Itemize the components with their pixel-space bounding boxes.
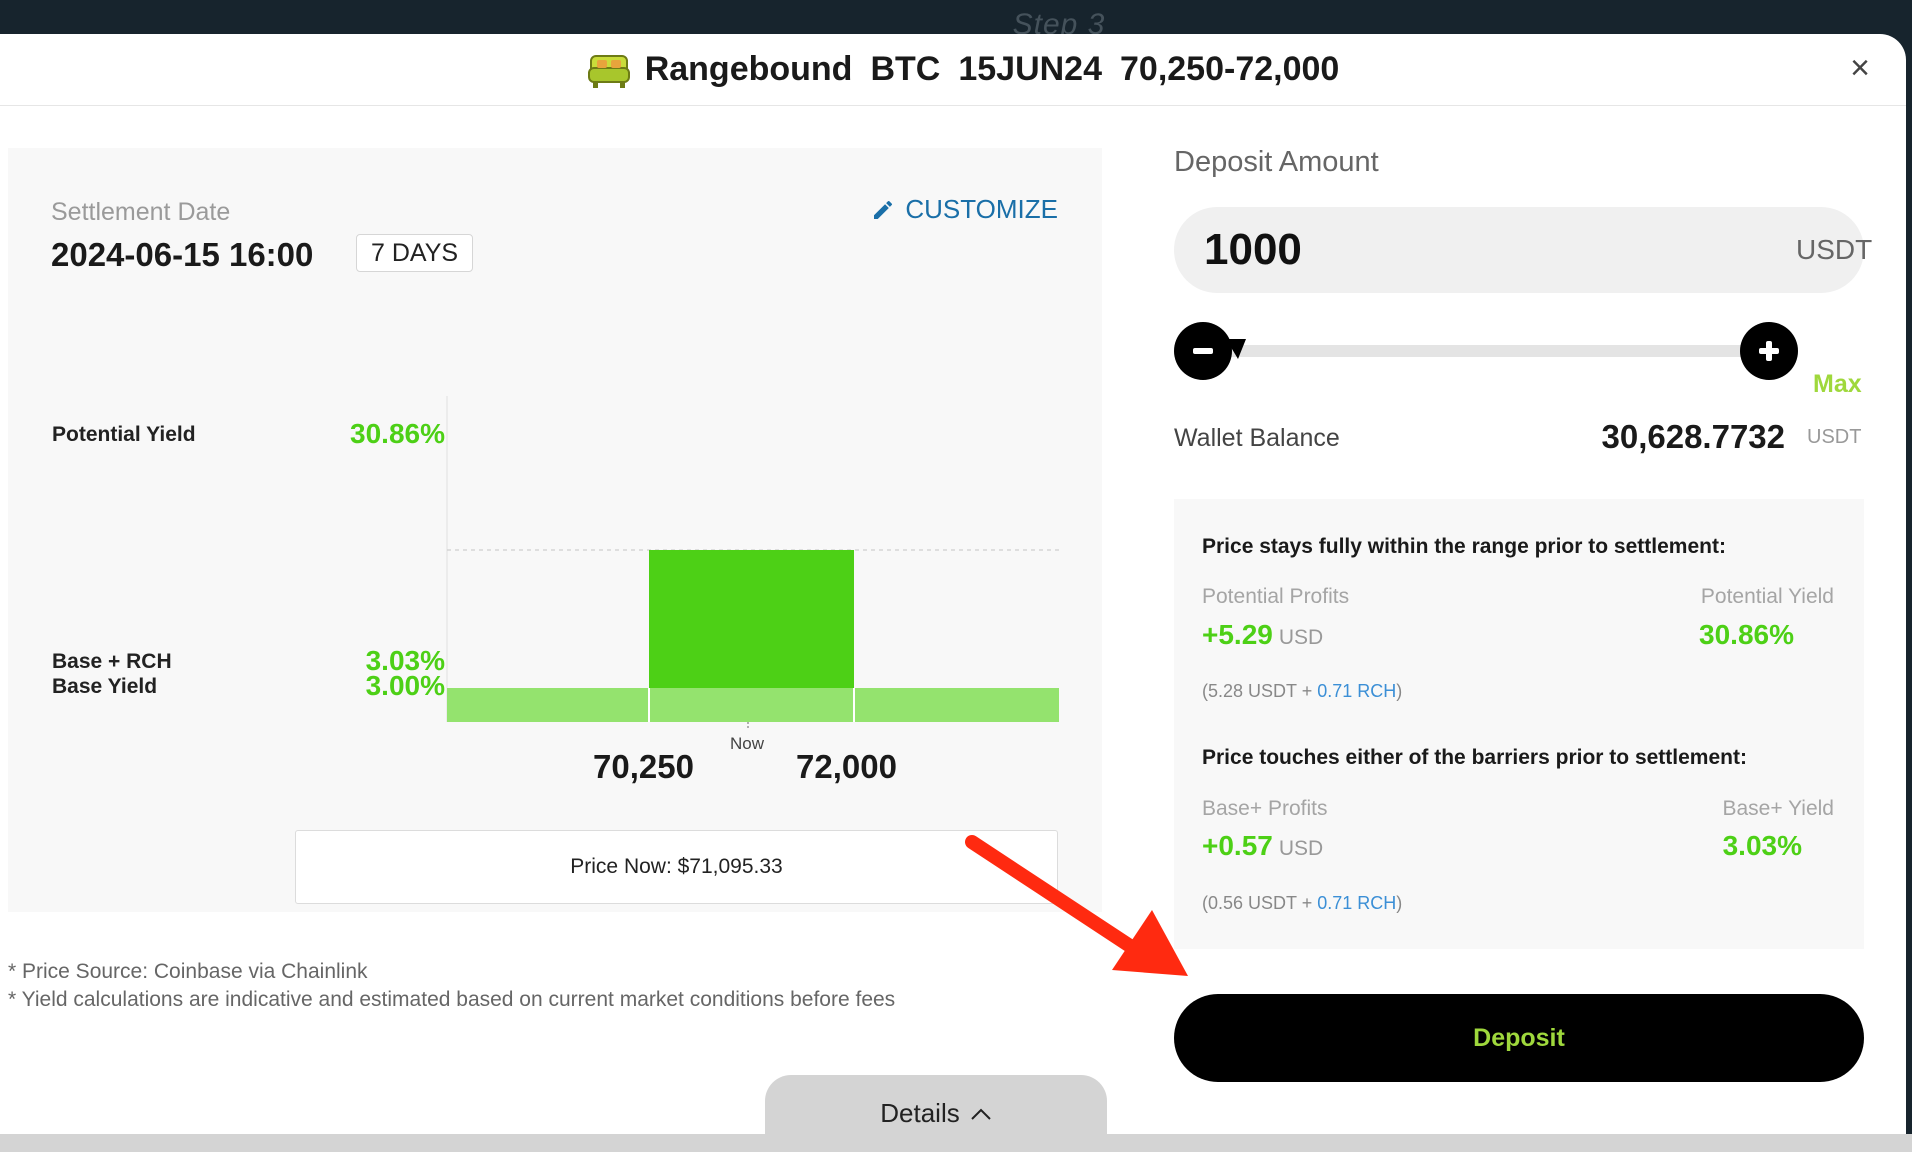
deposit-amount-field[interactable]: USDT [1174, 207, 1872, 293]
base-yield-summary-value: 3.03% [1722, 830, 1802, 861]
base-breakdown-close: ) [1396, 893, 1403, 913]
increase-button[interactable] [1740, 322, 1798, 380]
potential-profits-amount: +5.29 [1202, 619, 1273, 650]
breakdown-rch-amount: 0.71 [1317, 681, 1353, 701]
base-yield-bar-2 [649, 688, 854, 722]
base-yield-bar-1 [447, 688, 649, 722]
potential-profits-label: Potential Profits [1202, 585, 1350, 608]
base-profits-label: Base+ Profits [1202, 797, 1328, 820]
potential-yield-summary-label: Potential Yield [1700, 585, 1834, 608]
base-profits-amount: +0.57 [1202, 830, 1273, 861]
base-breakdown-usdt: (0.56 USDT + [1202, 893, 1318, 913]
minus-icon [1193, 348, 1213, 354]
decrease-button[interactable] [1174, 322, 1232, 380]
potential-profits-value: +5.29 USD [1202, 619, 1323, 651]
base-breakdown-rch-label: RCH [1357, 893, 1397, 913]
base-breakdown-rch-amount: 0.71 [1317, 893, 1353, 913]
wallet-balance-unit: USDT [1807, 426, 1862, 448]
scenario-in-range-title: Price stays fully within the range prior… [1202, 535, 1726, 558]
amount-slider-track[interactable] [1200, 345, 1790, 357]
yield-bar-chart [446, 396, 1059, 730]
base-yield-summary-label: Base+ Yield [1722, 797, 1834, 820]
max-button[interactable]: Max [1813, 370, 1862, 399]
base-profits-value: +0.57 USD [1202, 830, 1323, 862]
range-high-tick: 72,000 [796, 748, 897, 785]
product-title: Rangebound BTC 15JUN24 70,250-72,000 [645, 50, 1340, 89]
footnote-yield-calc: * Yield calculations are indicative and … [8, 988, 896, 1011]
product-asset: BTC [870, 50, 941, 88]
yield-chart-panel: Settlement Date 2024-06-15 16:00 7 DAYS … [8, 148, 1102, 912]
wallet-balance-value: 30,628.7732 [1601, 418, 1785, 455]
plus-icon [1759, 341, 1779, 361]
scenario-summary: Price stays fully within the range prior… [1174, 499, 1864, 949]
product-range: 70,250-72,000 [1120, 50, 1340, 88]
slider-thumb[interactable] [1226, 339, 1246, 363]
breakdown-usdt: (5.28 USDT + [1202, 681, 1318, 701]
base-profits-unit: USD [1278, 837, 1324, 860]
wallet-balance-label: Wallet Balance [1174, 424, 1340, 452]
potential-yield-summary-value: 30.86% [1699, 619, 1794, 650]
potential-profits-unit: USD [1278, 626, 1324, 649]
deposit-button[interactable]: Deposit [1174, 994, 1864, 1082]
footnote-price-source: * Price Source: Coinbase via Chainlink [8, 960, 368, 983]
modal-header: Rangebound BTC 15JUN24 70,250-72,000 × [0, 34, 1906, 106]
potential-profits-breakdown: (5.28 USDT + 0.71 RCH) [1202, 681, 1402, 702]
breakdown-rch-label: RCH [1357, 681, 1397, 701]
product-expiry: 15JUN24 [958, 50, 1102, 88]
chevron-up-icon [971, 1108, 991, 1120]
deposit-unit: USDT [1796, 234, 1873, 265]
sofa-logo-icon [587, 54, 630, 88]
product-name: Rangebound [644, 50, 853, 88]
deposit-modal: Rangebound BTC 15JUN24 70,250-72,000 × Sett… [0, 34, 1906, 1152]
bottom-edge [0, 1134, 1912, 1152]
deposit-amount-input[interactable] [1204, 225, 1796, 275]
range-yield-bar [649, 550, 854, 688]
price-now-box: Price Now: $71,095.33 [295, 830, 1058, 904]
deposit-amount-label: Deposit Amount [1174, 146, 1379, 178]
close-button[interactable]: × [1840, 48, 1880, 88]
scenario-barrier-title: Price touches either of the barriers pri… [1202, 746, 1747, 769]
base-profits-breakdown: (0.56 USDT + 0.71 RCH) [1202, 893, 1402, 914]
breakdown-close: ) [1396, 681, 1403, 701]
base-yield-bar-3 [854, 688, 1059, 722]
range-low-tick: 70,250 [593, 748, 694, 785]
details-label: Details [880, 1098, 960, 1128]
close-icon: × [1850, 49, 1870, 87]
now-marker-label: Now [730, 734, 765, 753]
